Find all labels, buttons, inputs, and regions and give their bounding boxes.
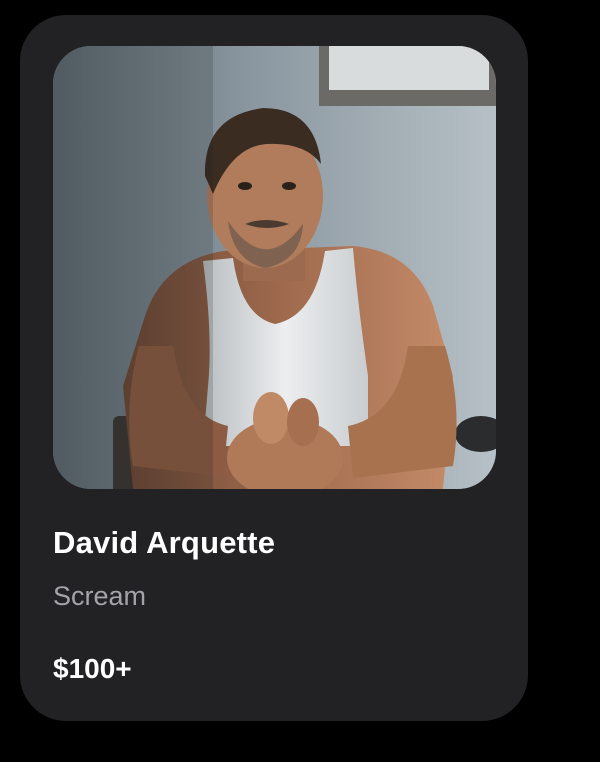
portrait-illustration [53,46,496,489]
celebrity-known-for: Scream [53,581,147,611]
celebrity-name: David Arquette [53,525,276,560]
celebrity-card[interactable]: David Arquette Scream $100+ [20,15,528,721]
portrait-photo [53,46,496,489]
price-label: $100+ [53,653,132,684]
